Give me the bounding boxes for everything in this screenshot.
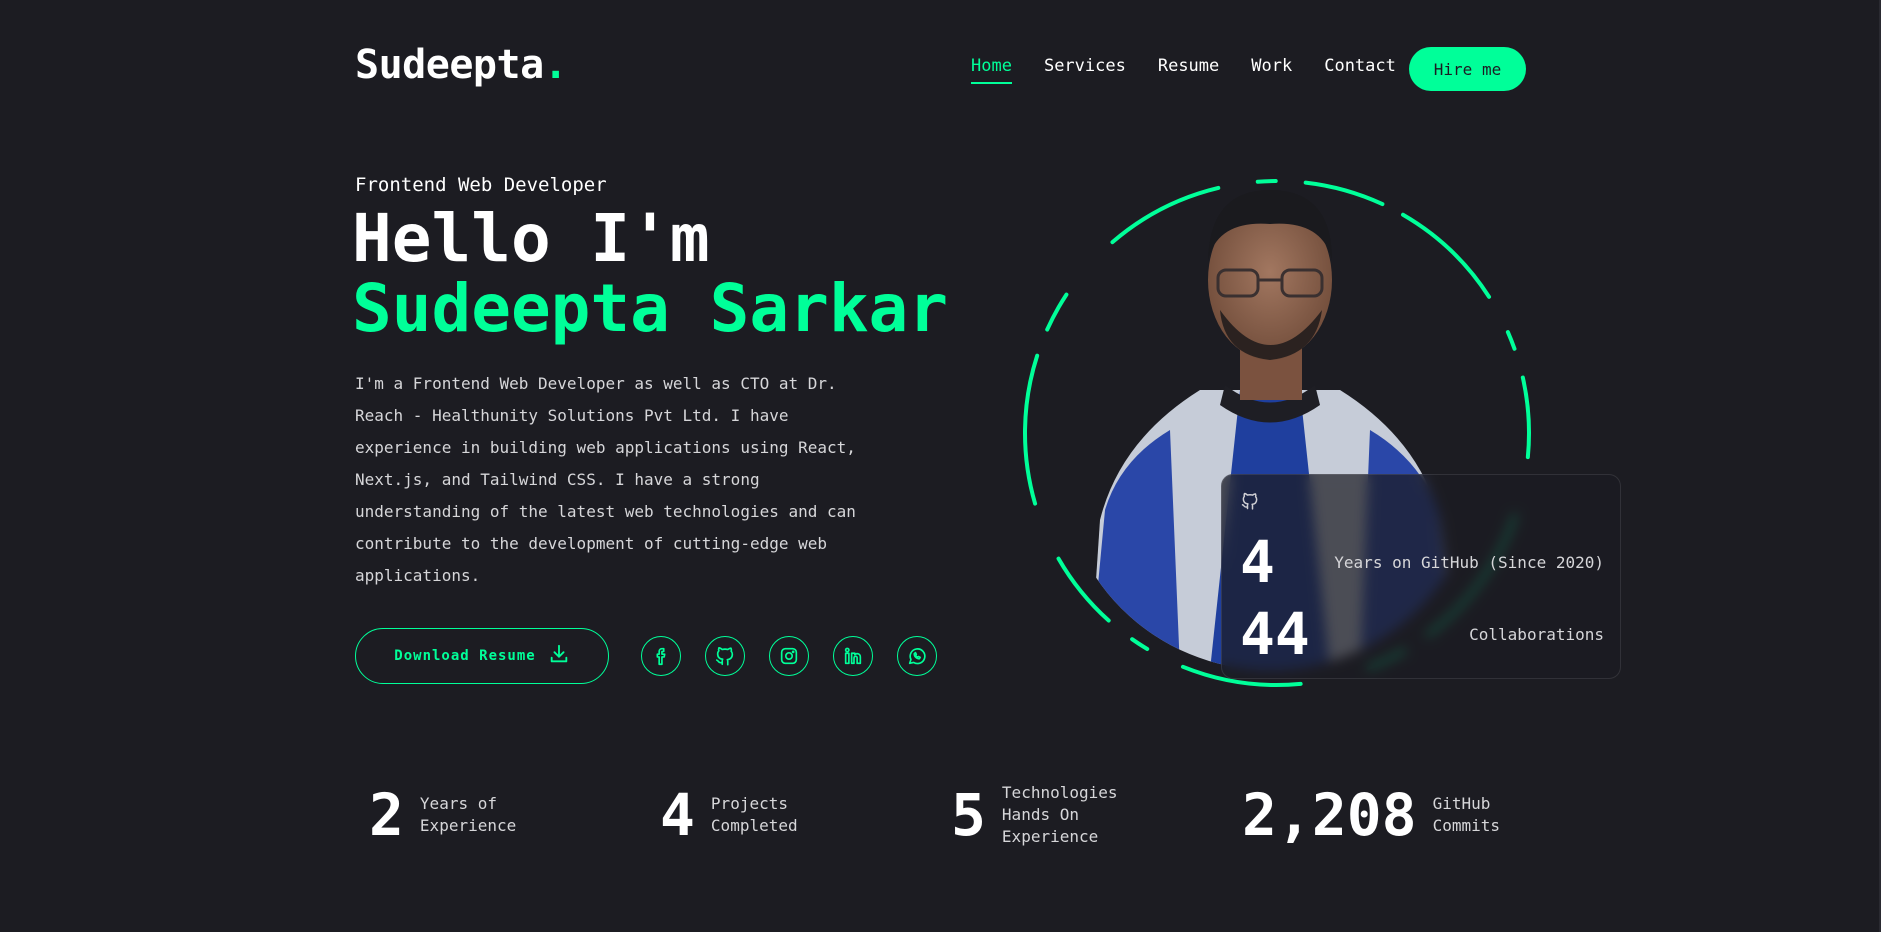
linkedin-icon xyxy=(844,647,862,665)
github-years-row: 4 Years on GitHub (Since 2020) xyxy=(1240,533,1604,591)
logo[interactable]: Sudeepta. xyxy=(355,42,568,88)
nav-services[interactable]: Services xyxy=(1044,56,1126,84)
stat-technologies: 5 Technologies Hands On Experience xyxy=(951,780,1118,850)
page: Sudeepta. Home Services Resume Work Cont… xyxy=(0,0,1881,932)
github-collab-value: 44 xyxy=(1240,600,1310,668)
stat-value: 2 xyxy=(369,781,404,849)
logo-text: Sudeepta xyxy=(355,42,544,88)
nav-work[interactable]: Work xyxy=(1251,56,1292,84)
hire-me-button[interactable]: Hire me xyxy=(1409,47,1526,91)
greeting-heading: Hello I'm xyxy=(352,200,710,277)
facebook-link[interactable] xyxy=(641,636,681,676)
social-links xyxy=(641,636,937,676)
linkedin-link[interactable] xyxy=(833,636,873,676)
github-years-label: Years on GitHub (Since 2020) xyxy=(1334,552,1604,572)
whatsapp-link[interactable] xyxy=(897,636,937,676)
download-resume-button[interactable]: Download Resume xyxy=(355,628,609,684)
stat-value: 5 xyxy=(951,781,986,849)
download-resume-label: Download Resume xyxy=(394,648,536,664)
github-collab-label: Collaborations xyxy=(1469,624,1604,644)
stat-experience: 2 Years of Experience xyxy=(369,780,516,850)
github-stats-card: 4 Years on GitHub (Since 2020) 44 Collab… xyxy=(1221,474,1621,679)
main-nav: Home Services Resume Work Contact xyxy=(971,56,1396,84)
github-years-value: 4 xyxy=(1240,528,1275,596)
instagram-icon xyxy=(780,647,798,665)
role-subtitle: Frontend Web Developer xyxy=(355,174,607,196)
bio-text: I'm a Frontend Web Developer as well as … xyxy=(355,374,856,585)
github-icon xyxy=(715,647,734,666)
stat-label: Technologies Hands On Experience xyxy=(1001,783,1118,846)
stat-value: 2,208 xyxy=(1242,781,1417,849)
stat-label: GitHub Commits xyxy=(1432,794,1501,835)
stat-label: Projects Completed xyxy=(710,794,798,835)
nav-contact[interactable]: Contact xyxy=(1324,56,1396,84)
stat-projects: 4 Projects Completed xyxy=(660,780,798,850)
instagram-link[interactable] xyxy=(769,636,809,676)
download-icon xyxy=(548,643,570,669)
stat-value: 4 xyxy=(660,781,695,849)
github-link[interactable] xyxy=(705,636,745,676)
github-icon xyxy=(1240,491,1260,515)
logo-dot: . xyxy=(543,42,568,88)
facebook-icon xyxy=(656,647,666,666)
stat-label: Years of Experience xyxy=(419,794,517,835)
nav-home[interactable]: Home xyxy=(971,56,1012,84)
name-heading: Sudeepta Sarkar xyxy=(352,270,949,347)
github-collab-row: 44 Collaborations xyxy=(1240,605,1604,663)
whatsapp-icon xyxy=(908,648,926,665)
stat-commits: 2,208 GitHub Commits xyxy=(1242,780,1500,850)
nav-resume[interactable]: Resume xyxy=(1158,56,1219,84)
